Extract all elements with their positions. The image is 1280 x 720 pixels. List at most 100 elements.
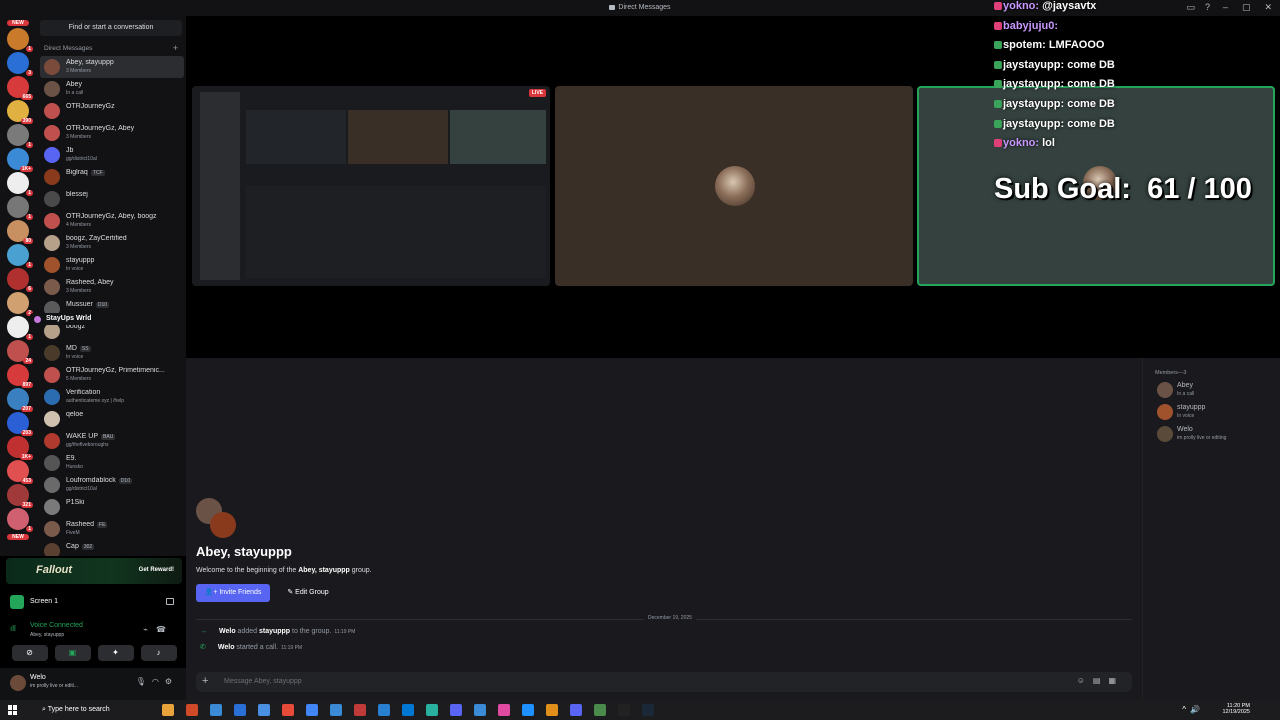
taskbar-app-icon[interactable] — [642, 704, 654, 716]
server-icon[interactable]: 24 — [7, 340, 33, 364]
emoji-icon[interactable]: ☺ — [1077, 676, 1093, 685]
gif-icon[interactable]: ▤ — [1093, 676, 1109, 685]
server-icon[interactable]: 3 — [7, 52, 33, 76]
server-icon[interactable]: 1 — [7, 196, 33, 220]
server-icon[interactable]: 665 — [7, 76, 33, 100]
server-icon[interactable]: 2 — [7, 292, 33, 316]
message-author[interactable]: Welo — [218, 644, 235, 651]
dm-item[interactable]: Jb gg/district10al — [40, 144, 184, 166]
taskbar-app-icon[interactable] — [474, 704, 486, 716]
taskbar-app-icon[interactable] — [594, 704, 606, 716]
find-conversation-button[interactable]: Find or start a conversation — [40, 20, 182, 36]
volume-icon[interactable]: 🔊 — [1190, 705, 1204, 714]
activities-button[interactable]: ✦ — [97, 645, 134, 661]
dm-item[interactable]: E9. Hunsko — [40, 452, 184, 474]
server-icon[interactable]: 390 — [7, 100, 33, 124]
soundboard-button[interactable]: ♪ — [140, 645, 177, 661]
server-icon[interactable]: 6 — [7, 268, 33, 292]
taskbar-app-icon[interactable] — [426, 704, 438, 716]
dm-item[interactable]: Rasheed FE FiveM — [40, 518, 184, 540]
disconnect-icon[interactable]: ☎ — [156, 625, 174, 634]
server-icon[interactable]: 1 — [7, 28, 33, 52]
taskbar-app-icon[interactable] — [162, 704, 174, 716]
voice-status-label[interactable]: Voice Connected — [30, 622, 83, 629]
taskbar-search[interactable]: ⌕ Type here to search — [24, 702, 156, 718]
camera-button[interactable]: ⊘ — [11, 645, 48, 661]
dm-item[interactable]: OTRJourneyGz — [40, 100, 184, 122]
dm-item[interactable]: MD SS In voice — [40, 342, 184, 364]
taskbar-app-icon[interactable] — [330, 704, 342, 716]
dm-item[interactable]: OTRJourneyGz, Abey, boogz 4 Members — [40, 210, 184, 232]
taskbar-app-icon[interactable] — [234, 704, 246, 716]
attach-icon[interactable]: + — [202, 675, 208, 687]
server-icon[interactable]: 1 — [7, 508, 33, 532]
dm-item[interactable]: Loufromdablock D10 gg/district10al — [40, 474, 184, 496]
message-author[interactable]: Welo — [219, 628, 236, 635]
dm-item[interactable]: P1Ski — [40, 496, 184, 518]
taskbar-app-icon[interactable] — [258, 704, 270, 716]
taskbar-app-icon[interactable] — [450, 704, 462, 716]
dm-item[interactable]: Cap 302 — [40, 540, 184, 556]
edit-group-button[interactable]: ✎ Edit Group — [278, 584, 338, 602]
taskbar-app-icon[interactable] — [618, 704, 630, 716]
taskbar-app-icon[interactable] — [306, 704, 318, 716]
dm-item[interactable]: stayuppp In voice — [40, 254, 184, 276]
server-icon[interactable]: 1 — [7, 244, 33, 268]
message-input[interactable]: Message Abey, stayuppp — [224, 678, 302, 685]
server-icon[interactable]: 453 — [7, 460, 33, 484]
stream-tile-screen[interactable]: LIVE — [192, 86, 550, 286]
taskbar-app-icon[interactable] — [546, 704, 558, 716]
apps-icon[interactable]: ▦ — [1108, 676, 1124, 685]
taskbar-app-icon[interactable] — [498, 704, 510, 716]
taskbar-app-icon[interactable] — [282, 704, 294, 716]
dm-item[interactable]: blessej — [40, 188, 184, 210]
settings-icon[interactable]: ⚙ — [165, 677, 178, 686]
clock[interactable]: 11:20 PM 12/19/2025 — [1222, 703, 1250, 715]
share-screen-button[interactable]: ▣ — [54, 645, 91, 661]
member-item[interactable]: stayuppp In voice — [1155, 402, 1275, 424]
server-icon[interactable]: 207 — [7, 388, 33, 412]
server-icon[interactable]: 1K+ — [7, 436, 33, 460]
dm-item[interactable]: OTRJourneyGz, Abey 3 Members — [40, 122, 184, 144]
invite-friends-button[interactable]: 👤+ Invite Friends — [196, 584, 270, 602]
taskbar-app-icon[interactable] — [354, 704, 366, 716]
dm-item[interactable]: WAKE UP BAU gg/thefiveboroughs — [40, 430, 184, 452]
stream-tile-abey[interactable] — [555, 86, 913, 286]
taskbar-app-icon[interactable] — [570, 704, 582, 716]
taskbar-app-icon[interactable] — [378, 704, 390, 716]
windows-start-icon[interactable] — [8, 705, 18, 715]
server-icon[interactable]: 897 — [7, 364, 33, 388]
dm-item[interactable]: OTRJourneyGz, Primetimenic... 5 Members — [40, 364, 184, 386]
server-icon[interactable]: 1 — [7, 124, 33, 148]
taskbar-app-icon[interactable] — [186, 704, 198, 716]
server-icon[interactable]: 1 — [7, 172, 33, 196]
promo-cta[interactable]: Get Reward! — [139, 567, 174, 573]
dm-item[interactable]: boogz, ZayCertified 3 Members — [40, 232, 184, 254]
server-icon[interactable]: 80 — [7, 220, 33, 244]
create-dm-icon[interactable]: + — [173, 43, 178, 53]
taskbar-app-icon[interactable] — [210, 704, 222, 716]
server-icon[interactable]: 321 — [7, 484, 33, 508]
dm-item[interactable]: qeloe — [40, 408, 184, 430]
chevron-up-icon[interactable]: ^ — [1182, 705, 1190, 714]
message-composer[interactable]: + Message Abey, stayuppp ☺▤▦ — [196, 672, 1132, 692]
noise-suppression-icon[interactable]: ⌁ — [143, 625, 156, 634]
member-item[interactable]: Abey In a call — [1155, 380, 1275, 402]
dm-item[interactable]: Abey, stayuppp 3 Members — [40, 56, 184, 78]
taskbar-app-icon[interactable] — [402, 704, 414, 716]
member-item[interactable]: Welo im prolly live or editing — [1155, 424, 1275, 446]
screen-share-row[interactable]: Screen 1 — [6, 592, 182, 612]
dm-item[interactable]: Verification authenticateme.xyz | /help — [40, 386, 184, 408]
avatar[interactable] — [10, 675, 26, 691]
popout-icon[interactable] — [166, 598, 174, 605]
headphones-icon[interactable]: ◠ — [152, 677, 165, 686]
dm-item[interactable]: Rasheed, Abey 3 Members — [40, 276, 184, 298]
server-icon[interactable]: 203 — [7, 412, 33, 436]
promo-banner[interactable]: Fallout Get Reward! — [6, 558, 182, 584]
message-target[interactable]: stayuppp — [259, 628, 290, 635]
mic-icon[interactable]: 🎙 — [136, 677, 152, 686]
server-icon[interactable]: 1K+ — [7, 148, 33, 172]
server-icon[interactable]: 1 — [7, 316, 33, 340]
taskbar-app-icon[interactable] — [522, 704, 534, 716]
dm-item[interactable]: Abey In a call — [40, 78, 184, 100]
